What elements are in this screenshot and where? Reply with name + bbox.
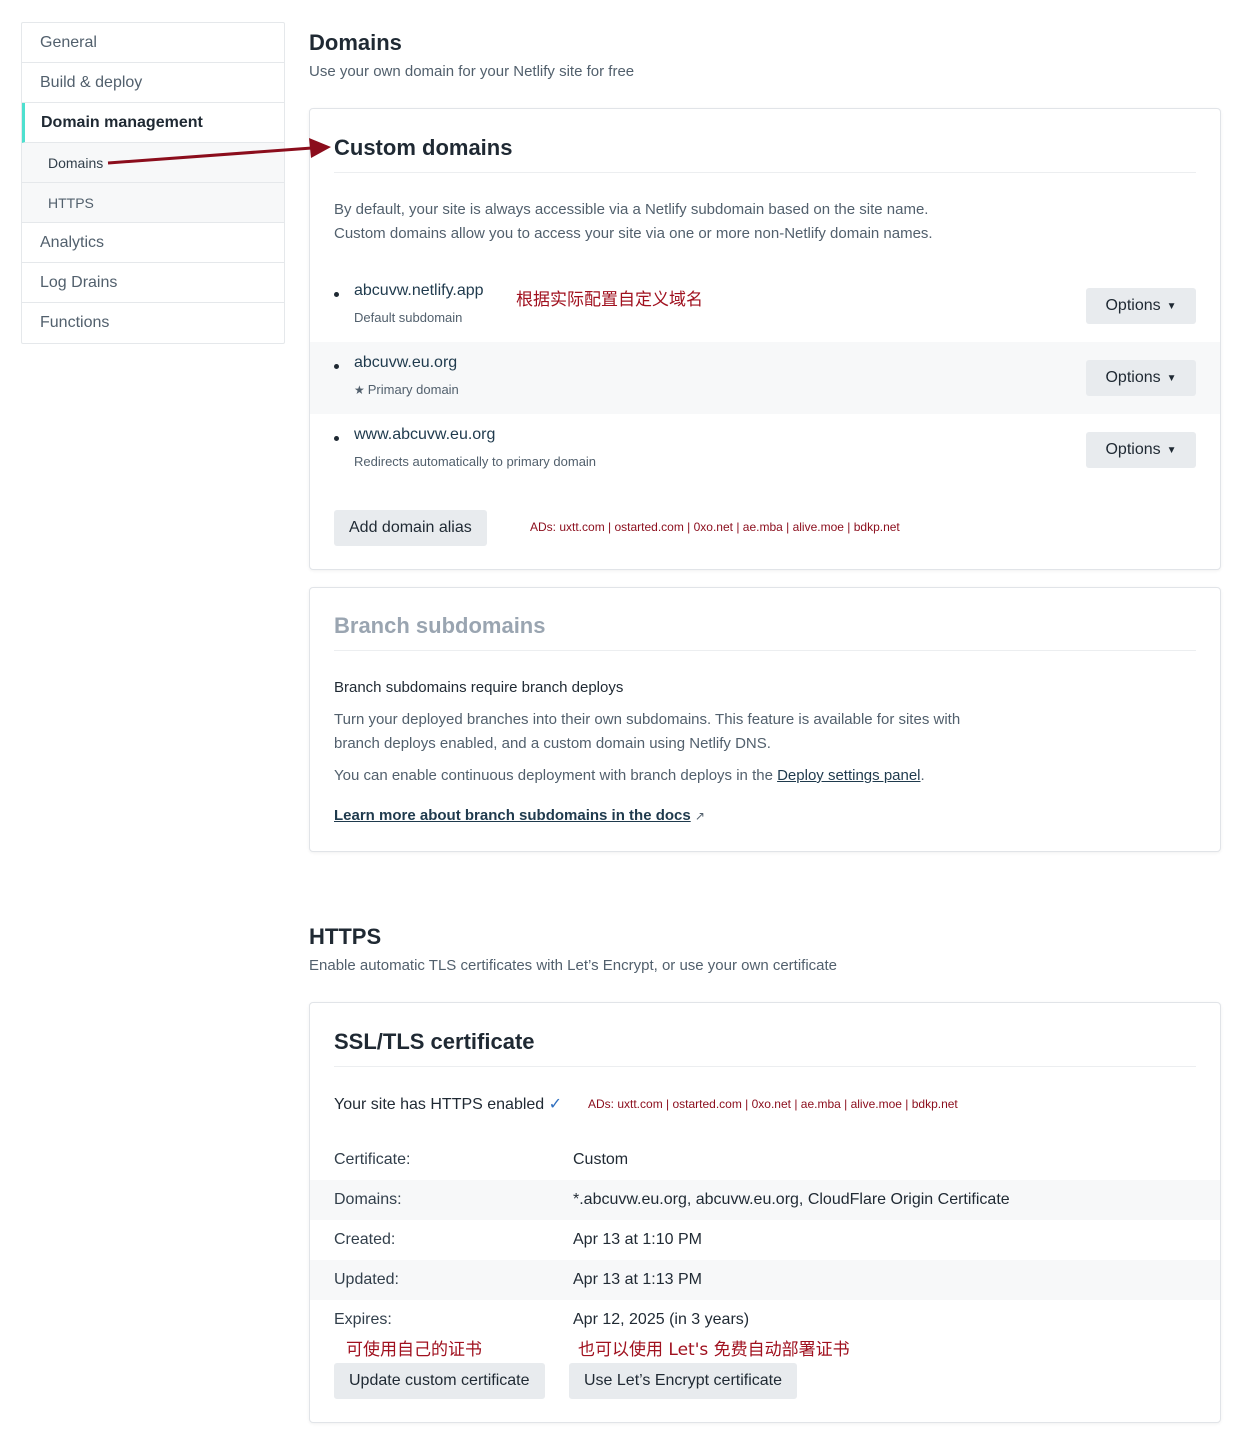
sidebar-subitem-domains[interactable]: Domains — [22, 143, 284, 183]
custom-domains-desc-line2: Custom domains allow you to access your … — [334, 225, 933, 242]
sidebar-subitem-https[interactable]: HTTPS — [22, 183, 284, 223]
annotation-custom-cert: 可使用自己的证书 — [346, 1340, 482, 1360]
add-domain-alias-button[interactable]: Add domain alias — [334, 510, 487, 546]
ssl-title: SSL/TLS certificate — [334, 1029, 535, 1054]
branch-desc-line2: branch deploys enabled, and a custom dom… — [334, 735, 771, 752]
chevron-down-icon: ▼ — [1166, 301, 1177, 312]
sidebar-item-analytics[interactable]: Analytics — [22, 223, 284, 263]
domain-row: abcuvw.netlify.app Default subdomain 根据实… — [310, 270, 1220, 342]
sidebar-item-log-drains[interactable]: Log Drains — [22, 263, 284, 303]
domains-section-subtitle: Use your own domain for your Netlify sit… — [309, 63, 635, 80]
settings-sidebar: General Build & deploy Domain management… — [21, 22, 285, 344]
sidebar-item-build-deploy[interactable]: Build & deploy — [22, 63, 284, 103]
update-custom-certificate-button[interactable]: Update custom certificate — [334, 1363, 545, 1399]
cert-value: Apr 13 at 1:13 PM — [573, 1271, 702, 1288]
branch-subdomains-heading: Branch subdomains require branch deploys — [334, 679, 624, 696]
annotation-custom-domain: 根据实际配置自定义域名 — [516, 290, 703, 310]
cert-key: Updated: — [334, 1271, 399, 1288]
ssl-certificate-card: SSL/TLS certificate Your site has HTTPS … — [309, 1002, 1221, 1423]
cert-key: Certificate: — [334, 1151, 411, 1168]
domain-row: abcuvw.eu.org ★ Primary domain Options ▼ — [310, 342, 1220, 414]
https-section-title: HTTPS — [309, 924, 382, 949]
https-status: Your site has HTTPS enabled ✓ — [334, 1093, 562, 1117]
domain-note-wrapper: ★ Primary domain — [354, 382, 459, 397]
bullet-dot — [334, 364, 339, 369]
branch-subdomains-card: Branch subdomains Branch subdomains requ… — [309, 587, 1221, 852]
https-status-text: Your site has HTTPS enabled — [334, 1096, 545, 1113]
cert-value: Custom — [573, 1151, 629, 1168]
divider — [334, 650, 1196, 651]
external-link-icon: ↗ — [694, 809, 705, 823]
sidebar-item-domain-management[interactable]: Domain management — [22, 103, 284, 143]
options-button[interactable]: Options ▼ — [1086, 432, 1196, 468]
divider — [334, 172, 1196, 173]
custom-domains-desc-line1: By default, your site is always accessib… — [334, 201, 929, 218]
domain-row: www.abcuvw.eu.org Redirects automaticall… — [310, 414, 1220, 486]
sidebar-item-general[interactable]: General — [22, 23, 284, 63]
check-icon: ✓ — [548, 1096, 563, 1113]
chevron-down-icon: ▼ — [1166, 373, 1177, 384]
ads-text: ADs: uxtt.com | ostarted.com | 0xo.net |… — [530, 520, 900, 534]
chevron-down-icon: ▼ — [1166, 445, 1177, 456]
star-icon: ★ — [354, 383, 365, 397]
cert-value: Apr 12, 2025 (in 3 years) — [573, 1311, 750, 1328]
cert-info-row: Expires: Apr 12, 2025 (in 3 years) — [310, 1300, 1220, 1340]
cert-info-row: Domains: *.abcuvw.eu.org, abcuvw.eu.org,… — [310, 1180, 1220, 1220]
domain-name-link[interactable]: www.abcuvw.eu.org — [354, 426, 495, 444]
cert-key: Domains: — [334, 1191, 402, 1208]
use-letsencrypt-button[interactable]: Use Let’s Encrypt certificate — [569, 1363, 798, 1399]
https-section-subtitle: Enable automatic TLS certificates with L… — [309, 957, 838, 974]
domain-note: Primary domain — [367, 382, 459, 397]
docs-link-line: Learn more about branch subdomains in th… — [334, 804, 705, 828]
cert-info-row: Created: Apr 13 at 1:10 PM — [310, 1220, 1220, 1260]
branch-docs-link[interactable]: Learn more about branch subdomains in th… — [334, 807, 691, 824]
deploy-settings-link[interactable]: Deploy settings panel — [777, 767, 920, 784]
domain-name-link[interactable]: abcuvw.netlify.app — [354, 282, 484, 300]
domain-note: Default subdomain — [354, 310, 463, 325]
custom-domains-title: Custom domains — [334, 135, 513, 160]
bullet-dot — [334, 292, 339, 297]
sidebar-item-functions[interactable]: Functions — [22, 303, 284, 343]
cert-key: Created: — [334, 1231, 396, 1248]
cert-value: Apr 13 at 1:10 PM — [573, 1231, 702, 1248]
cert-info-row: Certificate: Custom — [310, 1140, 1220, 1180]
cert-value: *.abcuvw.eu.org, abcuvw.eu.org, CloudFla… — [573, 1191, 1010, 1208]
para2-prefix: You can enable continuous deployment wit… — [334, 767, 778, 784]
options-button-label: Options — [1105, 369, 1161, 386]
options-button-label: Options — [1105, 441, 1161, 458]
options-button[interactable]: Options ▼ — [1086, 288, 1196, 324]
cert-info-row: Updated: Apr 13 at 1:13 PM — [310, 1260, 1220, 1300]
branch-subdomains-title: Branch subdomains — [334, 613, 546, 638]
options-button-label: Options — [1105, 297, 1161, 314]
cert-key: Expires: — [334, 1311, 392, 1328]
divider — [334, 1066, 1196, 1067]
domains-section-title: Domains — [309, 30, 402, 55]
domain-note: Redirects automatically to primary domai… — [354, 454, 597, 469]
options-button[interactable]: Options ▼ — [1086, 360, 1196, 396]
ads-text: ADs: uxtt.com | ostarted.com | 0xo.net |… — [588, 1097, 958, 1111]
annotation-letsencrypt: 也可以使用 Let's 免费自动部署证书 — [578, 1340, 850, 1360]
branch-desc-para2: You can enable continuous deployment wit… — [334, 764, 925, 788]
para2-suffix: . — [920, 767, 925, 784]
bullet-dot — [334, 436, 339, 441]
custom-domains-card: Custom domains By default, your site is … — [309, 108, 1221, 570]
domain-name-link[interactable]: abcuvw.eu.org — [354, 354, 457, 372]
branch-desc-line1: Turn your deployed branches into their o… — [334, 711, 961, 728]
